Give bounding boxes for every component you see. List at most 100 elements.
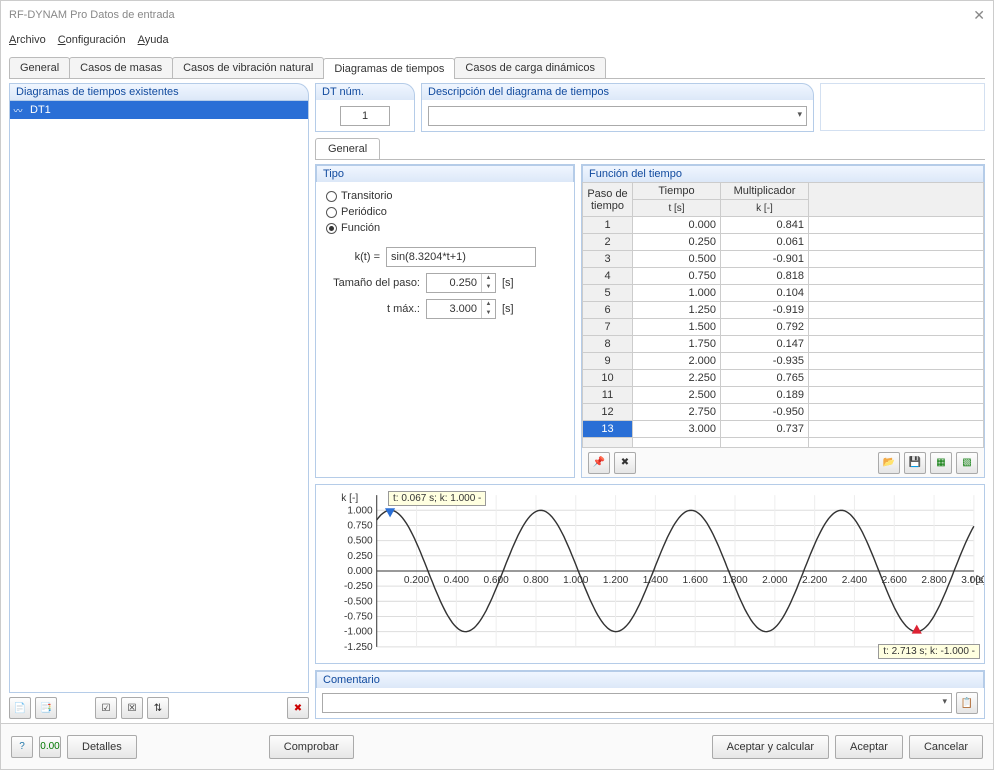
import-button[interactable]: 📂 [878, 452, 900, 474]
tmax-input[interactable]: 3.000 ▲▼ [426, 299, 496, 319]
comment-lib-button[interactable]: 📋 [956, 692, 978, 714]
table-row[interactable]: 10.0000.841 [583, 217, 984, 234]
svg-text:k [-]: k [-] [341, 493, 358, 504]
chart-min-tooltip: t: 2.713 s; k: -1.000 - [878, 644, 980, 659]
menu-config[interactable]: Configuración [58, 34, 126, 46]
comment-title: Comentario [316, 671, 984, 688]
table-row[interactable]: 92.000-0.935 [583, 353, 984, 370]
tab-general[interactable]: General [9, 57, 70, 78]
func-title: Función del tiempo [582, 165, 984, 182]
table-row[interactable]: 71.5000.792 [583, 319, 984, 336]
left-pane: Diagramas de tiempos existentes 〰 DT1 📄 … [9, 83, 309, 719]
pin-button[interactable]: 📌 [588, 452, 610, 474]
import-excel-button[interactable]: ▧ [956, 452, 978, 474]
svg-text:0.000: 0.000 [347, 566, 373, 577]
table-row[interactable]: 30.500-0.901 [583, 251, 984, 268]
step-label: Tamaño del paso: [326, 277, 426, 289]
kt-input[interactable]: sin(8.3204*t+1) [386, 247, 536, 267]
table-row[interactable]: 40.7500.818 [583, 268, 984, 285]
subtab-general[interactable]: General [315, 138, 380, 159]
kt-label: k(t) = [326, 251, 386, 263]
desc-title: Descripción del diagrama de tiempos [421, 83, 814, 100]
dropdown-icon[interactable]: ▾ [942, 696, 947, 707]
svg-text:1.400: 1.400 [643, 575, 669, 586]
comment-input[interactable]: ▾ [322, 693, 952, 713]
close-icon[interactable]: ✕ [973, 7, 985, 24]
help-button[interactable]: ? [11, 736, 33, 758]
right-pane: DT núm. 1 Descripción del diagrama de ti… [315, 83, 985, 719]
menu-file[interactable]: Archivo [9, 34, 46, 46]
radio-transitorio[interactable]: Transitorio [326, 188, 564, 204]
radio-periodico[interactable]: Periódico [326, 204, 564, 220]
left-toolbar: 📄 📑 ☑ ☒ ⇅ ✖ [9, 693, 309, 719]
spinner-up-icon[interactable]: ▲ [482, 300, 495, 309]
list-item[interactable]: 〰 DT1 [10, 101, 308, 119]
copy-button[interactable]: 📑 [35, 697, 57, 719]
accept-button[interactable]: Aceptar [835, 735, 903, 759]
spinner-up-icon[interactable]: ▲ [482, 274, 495, 283]
radio-funcion[interactable]: Función [326, 220, 564, 236]
svg-text:2.400: 2.400 [842, 575, 868, 586]
dtnum-title: DT núm. [315, 83, 415, 100]
col-k: Multiplicador [721, 183, 809, 200]
svg-text:-1.000: -1.000 [344, 627, 373, 638]
spinner-down-icon[interactable]: ▼ [482, 283, 495, 292]
table-row[interactable]: 51.0000.104 [583, 285, 984, 302]
titlebar: RF-DYNAM Pro Datos de entrada ✕ [1, 1, 993, 29]
footer: ? 0.00 Detalles Comprobar Aceptar y calc… [1, 723, 993, 769]
col-t: Tiempo [633, 183, 721, 200]
new-button[interactable]: 📄 [9, 697, 31, 719]
svg-text:0.200: 0.200 [404, 575, 430, 586]
svg-text:0.750: 0.750 [347, 520, 373, 531]
check-button[interactable]: Comprobar [269, 735, 354, 759]
table-row[interactable]: 102.2500.765 [583, 370, 984, 387]
list-item-label: DT1 [26, 104, 308, 116]
toggle-button[interactable]: ⇅ [147, 697, 169, 719]
units-button[interactable]: 0.00 [39, 736, 61, 758]
diagram-list[interactable]: 〰 DT1 [9, 100, 309, 693]
unpin-button[interactable]: ✖ [614, 452, 636, 474]
tab-mass-cases[interactable]: Casos de masas [69, 57, 173, 78]
tab-time-diagrams[interactable]: Diagramas de tiempos [323, 58, 455, 79]
table-row[interactable]: 122.750-0.950 [583, 404, 984, 421]
content-area: Diagramas de tiempos existentes 〰 DT1 📄 … [1, 79, 993, 723]
accept-calc-button[interactable]: Aceptar y calcular [712, 735, 829, 759]
delete-button[interactable]: ✖ [287, 697, 309, 719]
cancel-button[interactable]: Cancelar [909, 735, 983, 759]
table-row[interactable]: 112.5000.189 [583, 387, 984, 404]
spinner-down-icon[interactable]: ▼ [482, 309, 495, 318]
tmax-label: t máx.: [326, 303, 426, 315]
tipo-title: Tipo [316, 165, 574, 182]
tab-vibration-cases[interactable]: Casos de vibración natural [172, 57, 324, 78]
svg-text:-0.500: -0.500 [344, 596, 373, 607]
step-input[interactable]: 0.250 ▲▼ [426, 273, 496, 293]
radio-icon [326, 223, 337, 234]
svg-text:1.800: 1.800 [722, 575, 748, 586]
wave-icon: 〰 [10, 104, 26, 117]
save-button[interactable]: 💾 [904, 452, 926, 474]
table-row[interactable]: 133.0000.737 [583, 421, 984, 438]
export-excel-button[interactable]: ▦ [930, 452, 952, 474]
uncheck-all-button[interactable]: ☒ [121, 697, 143, 719]
svg-text:-0.750: -0.750 [344, 612, 373, 623]
time-function-grid[interactable]: Paso de tiempo Tiempo Multiplicador t [s… [582, 182, 984, 447]
table-row[interactable]: 81.7500.147 [583, 336, 984, 353]
svg-text:2.600: 2.600 [882, 575, 908, 586]
check-all-button[interactable]: ☑ [95, 697, 117, 719]
dtnum-value[interactable]: 1 [340, 106, 390, 126]
grid-toolbar: 📌 ✖ 📂 💾 ▦ ▧ [582, 447, 984, 477]
comment-panel: Comentario ▾ 📋 [315, 670, 985, 719]
dropdown-icon[interactable]: ▾ [797, 109, 802, 120]
details-button[interactable]: Detalles [67, 735, 137, 759]
svg-text:1.200: 1.200 [603, 575, 629, 586]
table-row[interactable]: 61.250-0.919 [583, 302, 984, 319]
table-row[interactable]: 20.2500.061 [583, 234, 984, 251]
svg-text:-1.250: -1.250 [344, 642, 373, 653]
svg-text:2.800: 2.800 [921, 575, 947, 586]
svg-text:-0.250: -0.250 [344, 581, 373, 592]
tab-dynamic-load[interactable]: Casos de carga dinámicos [454, 57, 606, 78]
radio-icon [326, 207, 337, 218]
svg-text:t [s]: t [s] [970, 575, 984, 586]
description-input[interactable]: ▾ [428, 106, 807, 126]
menu-help[interactable]: Ayuda [138, 34, 169, 46]
